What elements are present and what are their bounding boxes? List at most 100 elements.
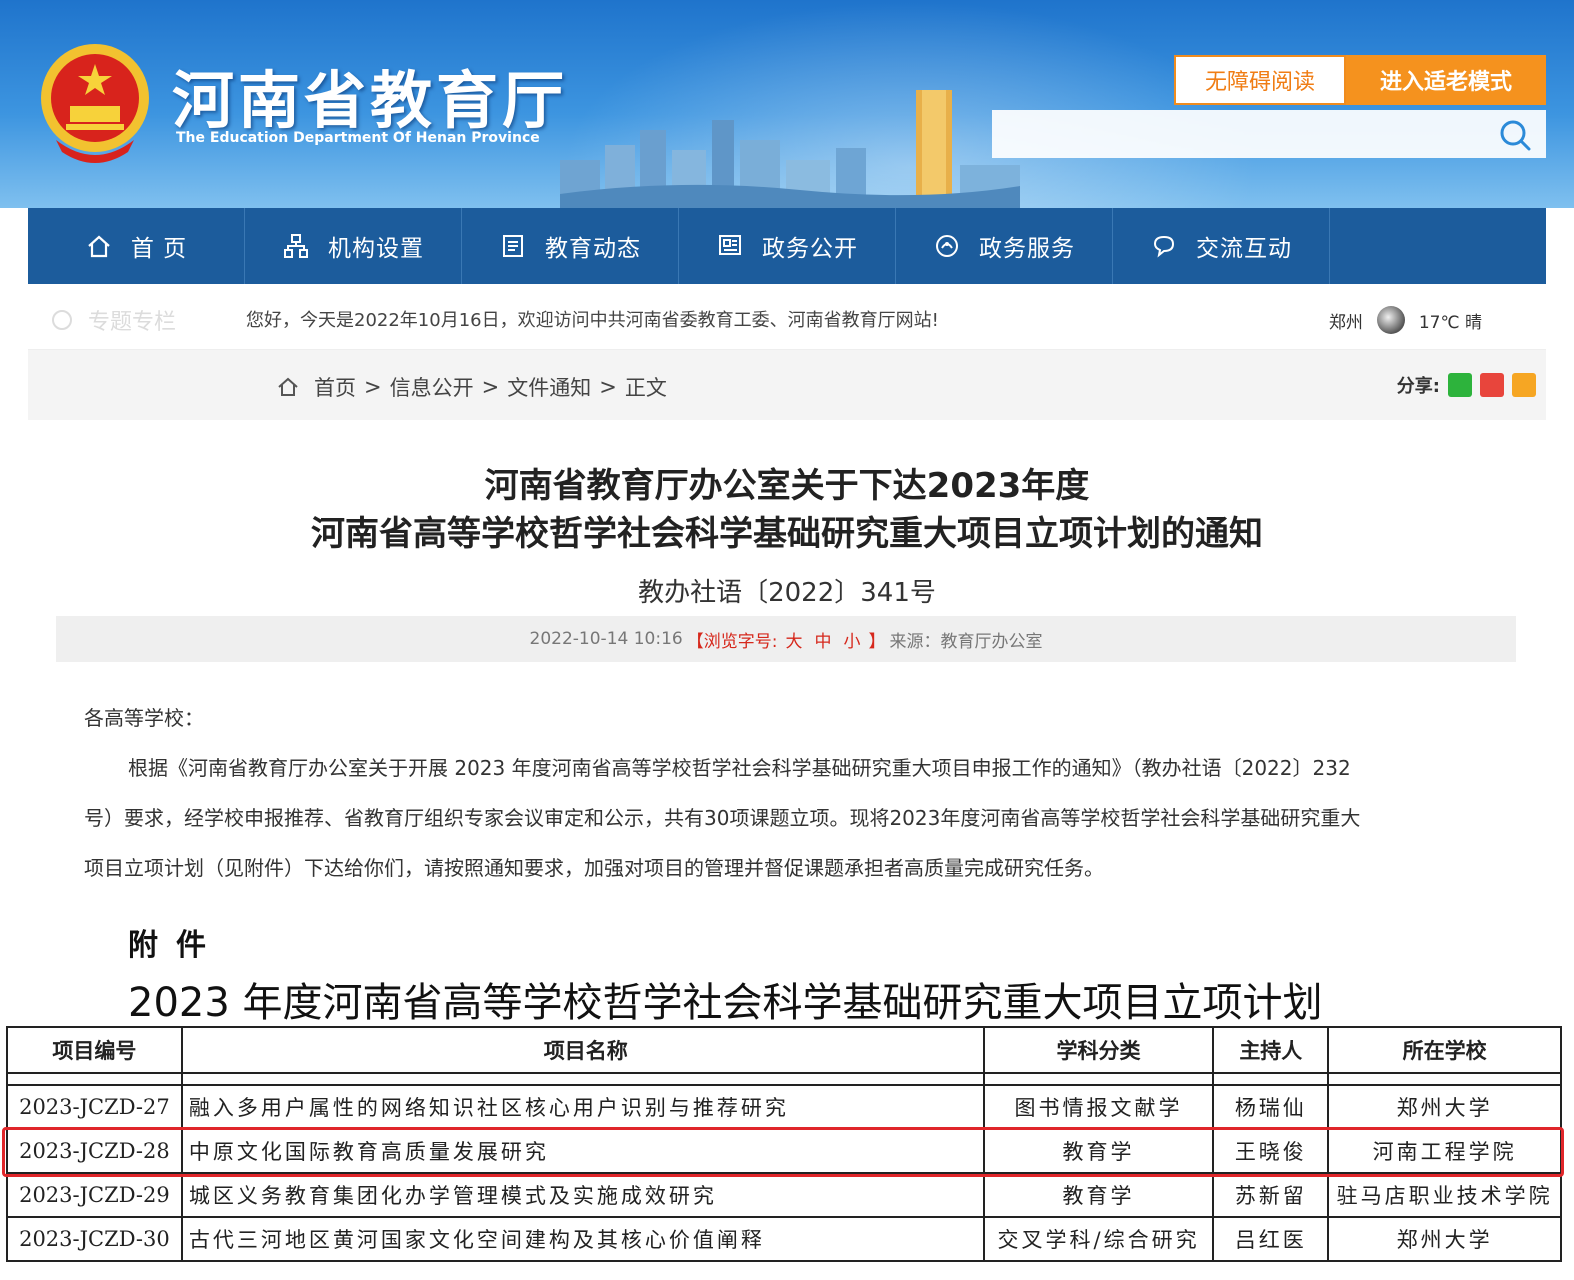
topic-column-link[interactable]: 专题专栏 — [50, 304, 176, 336]
weather-widget: 郑州 17℃ 晴 — [1329, 306, 1482, 334]
wechat-share-icon[interactable] — [1448, 373, 1472, 397]
col-header-host: 主持人 — [1212, 1026, 1330, 1074]
cell-host: 吕红医 — [1212, 1216, 1330, 1262]
table-header-row: 项目编号 项目名称 学科分类 主持人 所在学校 — [6, 1026, 1562, 1074]
breadcrumb-info-disclosure[interactable]: 信息公开 — [390, 372, 474, 402]
qq-share-icon[interactable] — [1512, 373, 1536, 397]
cell-project-id: 2023-JCZD-30 — [6, 1216, 183, 1262]
notice-bar: 专题专栏 您好，今天是2022年10月16日，欢迎访问中共河南省委教育工委、河南… — [28, 284, 1546, 350]
cell-project-id: 2023-JCZD-29 — [6, 1172, 183, 1218]
attachment-label: 附件 — [128, 928, 224, 963]
moon-icon — [1376, 306, 1405, 334]
nav-item-education-news[interactable]: 教育动态 — [462, 208, 679, 284]
breadcrumb-file-notice[interactable]: 文件通知 — [507, 372, 591, 402]
cell-host: 苏新留 — [1212, 1172, 1330, 1218]
elder-mode-button[interactable]: 进入适老模式 — [1346, 55, 1546, 105]
cell-project-name: 融入多用户属性的网络知识社区核心用户识别与推荐研究 — [180, 1084, 985, 1130]
breadcrumb-home[interactable]: 首页 — [314, 372, 356, 402]
breadcrumb-separator: > — [364, 375, 382, 399]
col-header-school: 所在学校 — [1327, 1026, 1562, 1074]
gap-cell — [180, 1072, 985, 1085]
topic-column-label: 专题专栏 — [88, 310, 177, 335]
search-input[interactable] — [1002, 116, 1472, 152]
nav-item-label: 交流互动 — [1196, 236, 1292, 262]
topic-icon — [52, 310, 72, 330]
cell-subject: 教育学 — [982, 1128, 1215, 1174]
cell-subject: 图书情报文献学 — [982, 1084, 1215, 1130]
nav-item-label: 政务公开 — [762, 236, 858, 262]
font-size-prefix: 【浏览字号: — [686, 631, 778, 652]
attachment-title: 2023 年度河南省高等学校哲学社会科学基础研究重大项目立项计划 — [128, 980, 1323, 1026]
weather-temp: 17℃ 晴 — [1418, 312, 1482, 333]
nav-item-government-services[interactable]: 政务服务 — [896, 208, 1113, 284]
cell-school: 郑州大学 — [1327, 1216, 1562, 1262]
nav-item-label: 机构设置 — [328, 236, 424, 262]
table-gap-row — [6, 1072, 1562, 1085]
cell-school: 郑州大学 — [1327, 1084, 1562, 1130]
national-emblem-logo — [41, 44, 149, 163]
nav-item-label: 政务服务 — [979, 236, 1075, 262]
main-nav: 首 页 机构设置 教育动态 政务公开 政务服务 交流互动 — [28, 208, 1546, 284]
cell-project-id: 2023-JCZD-28 — [6, 1128, 183, 1174]
cell-subject: 交叉学科/综合研究 — [982, 1216, 1215, 1262]
table-row: 2023-JCZD-30 古代三河地区黄河国家文化空间建构及其核心价值阐释 交叉… — [6, 1216, 1562, 1262]
search-icon[interactable] — [1498, 118, 1532, 152]
home-icon — [88, 235, 110, 258]
cell-subject: 教育学 — [982, 1172, 1215, 1218]
welcome-message: 您好，今天是2022年10月16日，欢迎访问中共河南省委教育工委、河南省教育厅网… — [246, 310, 939, 331]
home-icon — [278, 377, 298, 396]
breadcrumb-bar: 首页 > 信息公开 > 文件通知 > 正文 分享: — [28, 350, 1546, 420]
table-row-highlighted: 2023-JCZD-28 中原文化国际教育高质量发展研究 教育学 王晓俊 河南工… — [6, 1128, 1562, 1174]
breadcrumb-separator: > — [599, 375, 617, 399]
weather-city: 郑州 — [1328, 312, 1363, 333]
col-header-subject: 学科分类 — [982, 1026, 1215, 1074]
article-title-line-1: 河南省教育厅办公室关于下达2023年度 — [484, 466, 1090, 506]
service-icon — [936, 235, 958, 257]
font-size-large-link[interactable]: 大 — [785, 627, 802, 652]
news-icon — [503, 235, 523, 257]
search-box — [992, 110, 1546, 158]
font-size-small-link[interactable]: 小 — [843, 627, 860, 652]
nav-item-interaction[interactable]: 交流互动 — [1113, 208, 1330, 284]
salutation: 各高等学校： — [84, 706, 204, 730]
weibo-share-icon[interactable] — [1480, 373, 1504, 397]
publish-datetime: 2022-10-14 10:16 — [529, 629, 683, 649]
chat-icon — [1153, 235, 1175, 258]
col-header-project-id: 项目编号 — [6, 1026, 183, 1074]
site-title: 河南省教育厅 — [172, 64, 569, 137]
cell-project-id: 2023-JCZD-27 — [6, 1084, 183, 1130]
share-label: 分享: — [1396, 376, 1440, 397]
body-line-1: 根据《河南省教育厅办公室关于开展 2023 年度河南省高等学校哲学社会科学基础研… — [128, 756, 1351, 780]
gap-cell — [6, 1072, 183, 1085]
share-bar: 分享: — [1397, 372, 1536, 398]
cell-host: 王晓俊 — [1212, 1128, 1330, 1174]
document-icon — [719, 235, 741, 255]
nav-item-home[interactable]: 首 页 — [28, 208, 245, 284]
nav-item-label: 教育动态 — [545, 236, 641, 262]
breadcrumb: 首页 > 信息公开 > 文件通知 > 正文 — [276, 372, 667, 402]
font-size-suffix: 】 — [868, 631, 886, 652]
document-number: 教办社语〔2022〕341号 — [638, 578, 936, 608]
cell-host: 杨瑞仙 — [1212, 1084, 1330, 1130]
gap-cell — [1212, 1072, 1330, 1085]
city-skyline-image — [560, 90, 1020, 208]
article-meta: 2022-10-14 10:16 【浏览字号: 大 中 小 】 来源：教育厅办公… — [56, 616, 1516, 662]
table-row: 2023-JCZD-27 融入多用户属性的网络知识社区核心用户识别与推荐研究 图… — [6, 1084, 1562, 1130]
table-row: 2023-JCZD-29 城区义务教育集团化办学管理模式及实施成效研究 教育学 … — [6, 1172, 1562, 1218]
body-line-3: 项目立项计划（见附件）下达给你们，请按照通知要求，加强对项目的管理并督促课题承担… — [84, 856, 1104, 880]
org-chart-icon — [284, 234, 308, 258]
cell-school: 驻马店职业技术学院 — [1327, 1172, 1562, 1218]
site-subtitle: The Education Department Of Henan Provin… — [176, 130, 540, 146]
font-size-medium-link[interactable]: 中 — [814, 627, 831, 652]
nav-item-government-affairs[interactable]: 政务公开 — [679, 208, 896, 284]
cell-project-name: 古代三河地区黄河国家文化空间建构及其核心价值阐释 — [180, 1216, 985, 1262]
cell-school: 河南工程学院 — [1327, 1128, 1562, 1174]
nav-item-organization[interactable]: 机构设置 — [245, 208, 462, 284]
accessibility-reading-button[interactable]: 无障碍阅读 — [1174, 55, 1346, 105]
nav-item-label: 首 页 — [130, 236, 188, 262]
article-source: 来源：教育厅办公室 — [889, 631, 1043, 652]
article-title-line-2: 河南省高等学校哲学社会科学基础研究重大项目立项计划的通知 — [311, 514, 1263, 554]
body-line-2: 号）要求，经学校申报推荐、省教育厅组织专家会议审定和公示，共有30项课题立项。现… — [84, 806, 1361, 830]
breadcrumb-current: 正文 — [624, 376, 667, 400]
col-header-project-name: 项目名称 — [180, 1026, 985, 1074]
